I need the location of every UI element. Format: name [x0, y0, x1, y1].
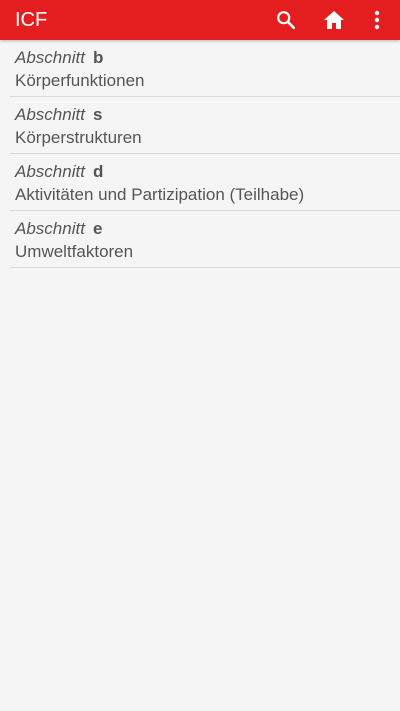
section-title: Umweltfaktoren — [15, 242, 134, 261]
section-header: Abschnitt s — [15, 104, 102, 126]
section-header: Abschnitt d — [15, 161, 103, 183]
list-item-section-s[interactable]: Abschnitt s Körperstrukturen — [10, 97, 400, 154]
section-code: s — [92, 105, 103, 124]
section-header: Abschnitt e — [15, 218, 102, 240]
app-title: ICF — [15, 9, 48, 31]
search-icon[interactable] — [266, 0, 306, 40]
section-code: b — [92, 48, 104, 67]
section-title: Körperstrukturen — [15, 128, 142, 147]
section-list: Abschnitt b Körperfunktionen Abschnitt s K… — [10, 40, 400, 268]
section-title: Körperfunktionen — [15, 71, 145, 90]
home-icon[interactable] — [314, 0, 354, 40]
section-prefix: Abschnitt — [15, 105, 85, 124]
section-title: Aktivitäten und Partizipation (Teilhabe) — [15, 185, 305, 204]
section-prefix: Abschnitt — [15, 219, 85, 238]
section-code: e — [92, 219, 103, 238]
section-prefix: Abschnitt — [15, 162, 85, 181]
section-header: Abschnitt b — [15, 47, 103, 69]
list-item-section-e[interactable]: Abschnitt e Umweltfaktoren — [10, 211, 400, 268]
list-item-section-d[interactable]: Abschnitt d Aktivitäten und Partizipation… — [10, 154, 400, 211]
section-code: d — [92, 162, 104, 181]
more-vert-icon[interactable] — [357, 0, 397, 40]
section-prefix: Abschnitt — [15, 48, 85, 67]
app-bar: ICF — [0, 0, 400, 40]
list-item-section-b[interactable]: Abschnitt b Körperfunktionen — [10, 40, 400, 97]
